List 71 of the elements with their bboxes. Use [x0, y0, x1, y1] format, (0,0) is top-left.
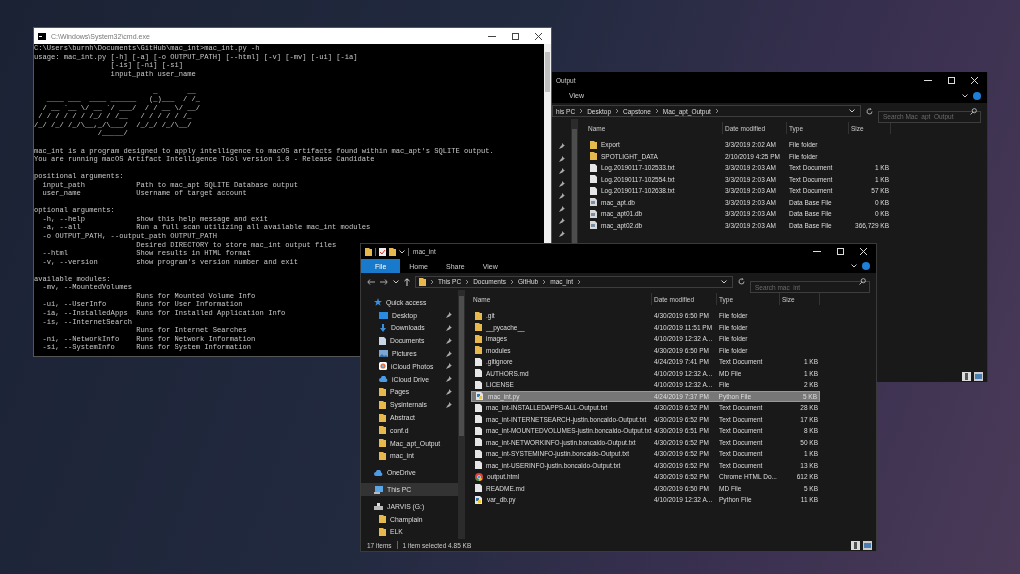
pin-icon[interactable]	[446, 350, 452, 357]
browser-icon	[475, 472, 483, 481]
scrollbar[interactable]	[544, 44, 551, 243]
chevron-icon	[579, 108, 584, 114]
close-icon[interactable]	[535, 32, 542, 40]
folder-icon	[365, 247, 372, 256]
file-icon	[590, 209, 597, 218]
pin-icon[interactable]	[558, 155, 565, 162]
chevron-icon	[714, 108, 719, 114]
photos-icon	[379, 362, 387, 371]
scrollbar[interactable]	[458, 290, 465, 539]
pin-icon[interactable]	[558, 218, 565, 224]
computer-icon	[374, 485, 383, 494]
maximize-icon[interactable]	[512, 32, 519, 40]
chevron-icon	[430, 278, 434, 285]
pin-icon[interactable]	[446, 376, 452, 383]
tiles-view-icon[interactable]	[974, 371, 983, 381]
cloud-icon	[379, 376, 388, 383]
folder-icon	[419, 277, 426, 286]
chevron-icon	[542, 278, 547, 285]
script-file-icon	[476, 392, 484, 401]
pin-icon[interactable]	[558, 143, 565, 149]
search-icon	[859, 278, 866, 285]
refresh-icon[interactable]	[738, 278, 745, 285]
pin-icon[interactable]	[558, 205, 565, 212]
minimize-icon[interactable]	[488, 35, 496, 37]
file-icon	[590, 198, 597, 207]
caret-icon[interactable]	[962, 93, 968, 98]
folder-icon	[389, 247, 396, 256]
caret-icon[interactable]	[849, 109, 855, 113]
document-icon	[475, 484, 482, 493]
monitor-icon	[379, 311, 388, 319]
details-view-icon[interactable]	[962, 371, 971, 381]
pin-icon[interactable]	[558, 193, 565, 199]
star-icon	[374, 298, 382, 307]
script-file-icon	[475, 495, 483, 504]
file-icon	[590, 221, 597, 230]
cloud-icon	[374, 469, 383, 476]
picture-icon	[379, 350, 388, 358]
chevron-icon	[465, 278, 470, 285]
document-icon	[379, 336, 386, 345]
minimize-icon[interactable]	[924, 79, 932, 81]
pin-icon[interactable]	[446, 388, 452, 395]
download-icon	[379, 324, 387, 332]
caret-icon[interactable]	[721, 279, 727, 284]
caret-icon[interactable]	[393, 279, 399, 284]
forward-arrow-icon[interactable]	[380, 278, 388, 285]
chevron-icon	[577, 278, 581, 285]
drive-icon	[374, 502, 383, 510]
caret-icon[interactable]	[399, 249, 405, 254]
search-icon	[970, 107, 977, 115]
chevron-icon	[615, 108, 619, 114]
refresh-icon[interactable]	[866, 107, 873, 115]
pin-icon[interactable]	[558, 168, 565, 174]
up-arrow-icon[interactable]	[404, 277, 410, 286]
help-icon[interactable]	[973, 91, 981, 100]
details-view-icon[interactable]	[851, 540, 860, 550]
pin-icon[interactable]	[446, 325, 452, 331]
back-arrow-icon[interactable]	[367, 278, 375, 285]
pin-icon[interactable]	[446, 401, 452, 408]
properties-icon[interactable]	[379, 247, 386, 256]
pin-icon[interactable]	[558, 180, 565, 187]
pin-icon[interactable]	[558, 230, 565, 237]
pin-icon[interactable]	[446, 363, 452, 370]
chevron-icon	[654, 108, 659, 114]
chevron-icon	[510, 278, 514, 285]
help-icon[interactable]	[862, 262, 870, 270]
pin-icon[interactable]	[446, 337, 452, 344]
caret-icon[interactable]	[851, 264, 857, 268]
tiles-view-icon[interactable]	[863, 540, 872, 550]
pin-icon[interactable]	[446, 312, 452, 319]
